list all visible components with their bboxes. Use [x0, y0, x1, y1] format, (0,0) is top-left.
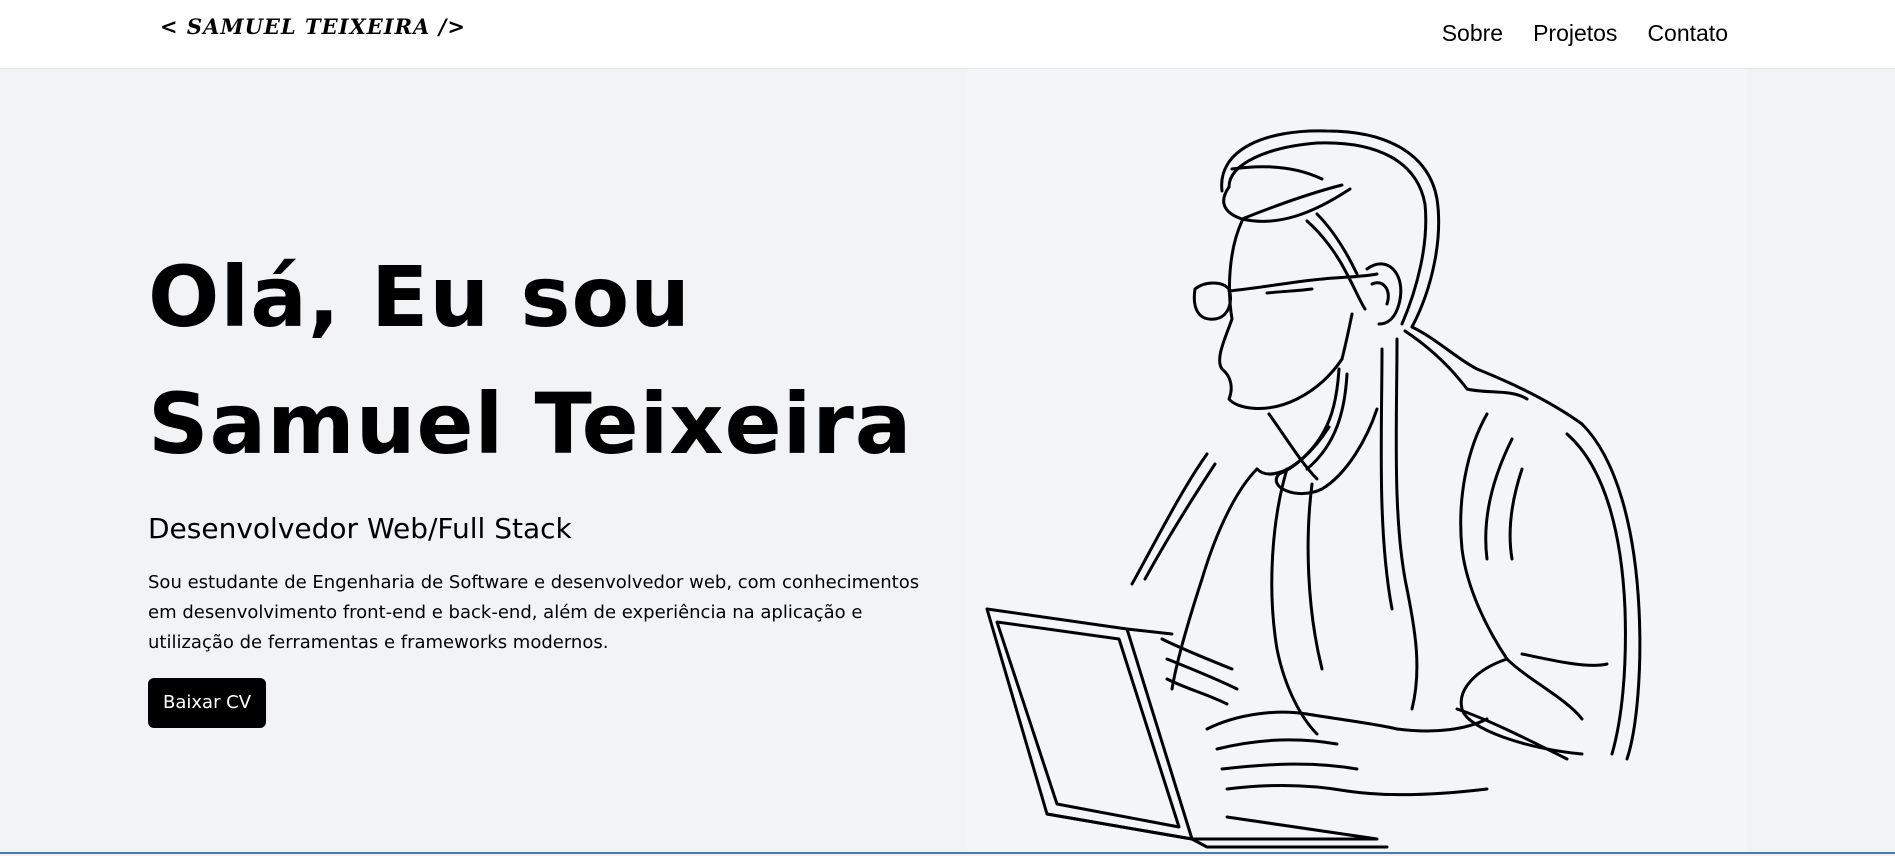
- nav-link-projetos[interactable]: Projetos: [1533, 20, 1617, 47]
- download-cv-button[interactable]: Baixar CV: [148, 678, 267, 728]
- nav-links: Sobre Projetos Contato: [1442, 20, 1728, 47]
- developer-illustration: [967, 69, 1747, 852]
- developer-line-art-icon: [985, 129, 1642, 849]
- nav-link-contato[interactable]: Contato: [1647, 20, 1728, 47]
- headline-line-2: Samuel Teixeira: [148, 375, 913, 473]
- hero-headline: Olá, Eu sou Samuel Teixeira: [148, 234, 948, 488]
- hero-section: Olá, Eu sou Samuel Teixeira Desenvolvedo…: [0, 69, 1895, 852]
- hero-description: Sou estudante de Engenharia de Software …: [148, 572, 920, 653]
- navbar: < SAMUEL TEIXEIRA /> Sobre Projetos Cont…: [0, 0, 1895, 69]
- hero-text: Olá, Eu sou Samuel Teixeira Desenvolvedo…: [148, 234, 948, 728]
- site-logo[interactable]: < SAMUEL TEIXEIRA />: [160, 14, 466, 39]
- hero-subtitle: Desenvolvedor Web/Full Stack: [148, 512, 572, 545]
- headline-line-1: Olá, Eu sou: [148, 248, 691, 346]
- nav-link-sobre[interactable]: Sobre: [1442, 20, 1503, 47]
